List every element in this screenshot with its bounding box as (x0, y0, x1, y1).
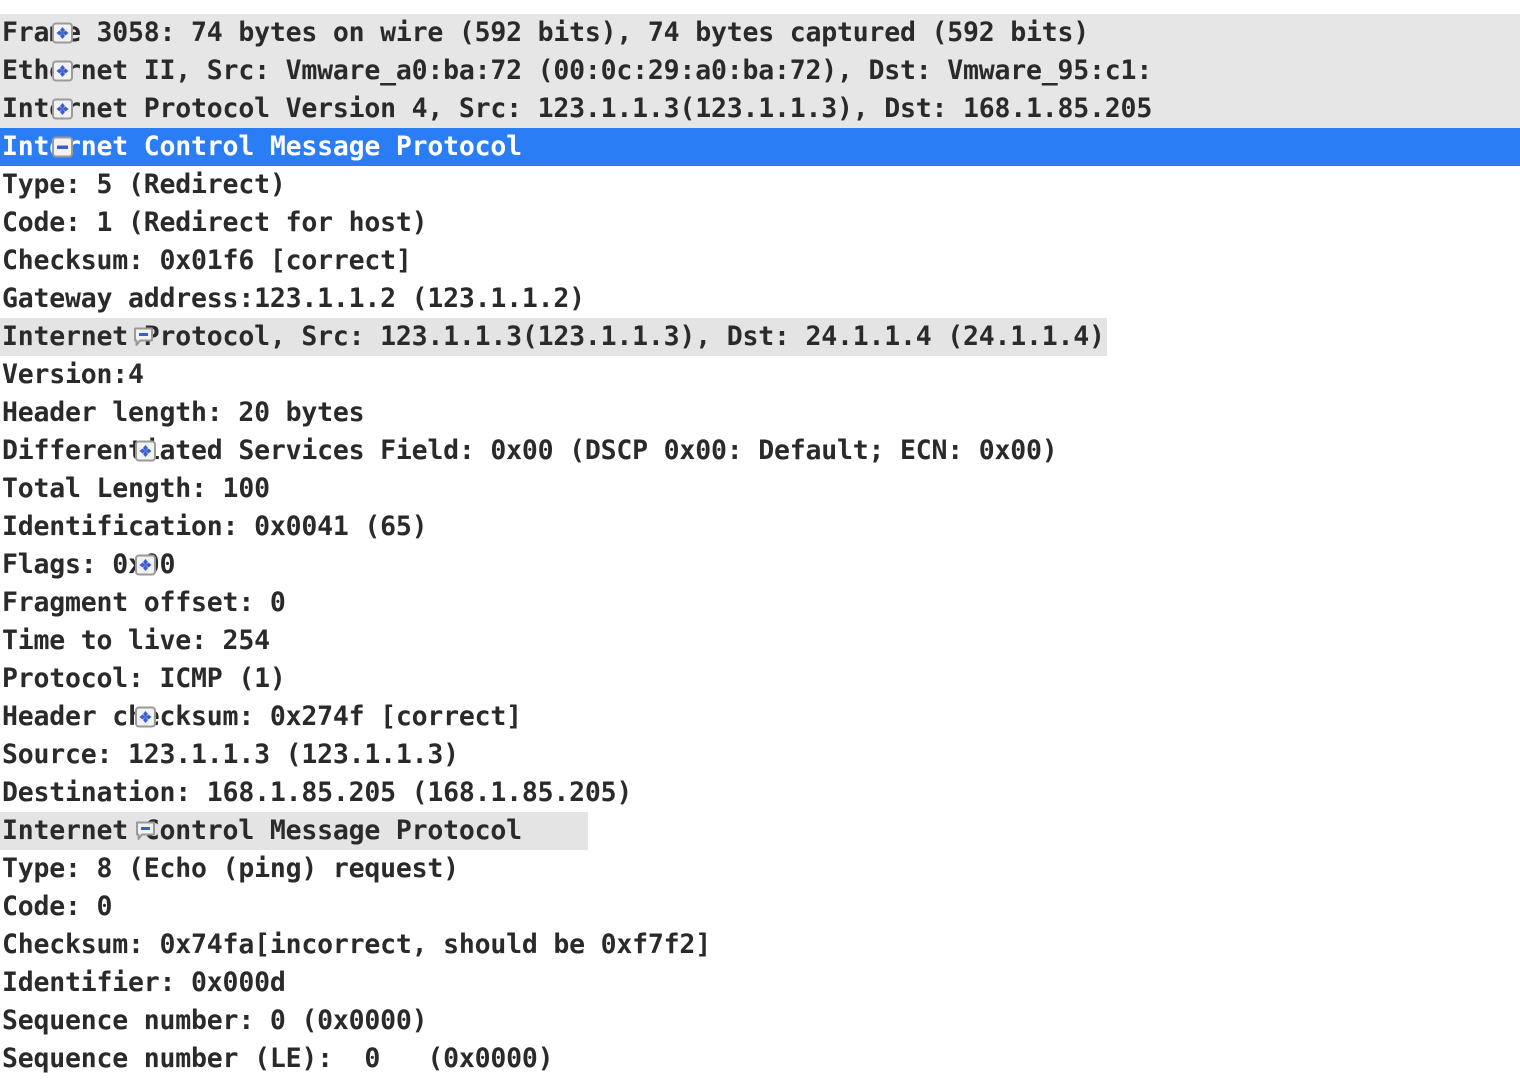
tree-row-label: Sequence number (LE): 0 (0x0000) (2, 1043, 554, 1074)
plus-box-icon[interactable] (135, 440, 156, 462)
tree-row-icmp-checksum[interactable]: Checksum: 0x01f6 [correct] (0, 242, 1520, 280)
tree-row-label: Gateway address:123.1.1.2 (123.1.1.2) (2, 283, 585, 314)
tree-row-label: Differentiated Services Field: 0x00 (DSC… (2, 435, 1058, 466)
tree-row-ip-fragment-offset[interactable]: Fragment offset: 0 (0, 584, 1520, 622)
tree-row-ip-source[interactable]: Source: 123.1.1.3 (123.1.1.3) (0, 736, 1520, 774)
tree-row-ip-header-checksum[interactable]: Header checksum: 0x274f [correct] (0, 698, 1520, 736)
tree-row-icmp2-code[interactable]: Code: 0 (0, 888, 1520, 926)
tree-row-icmp-gateway[interactable]: Gateway address:123.1.1.2 (123.1.1.2) (0, 280, 1520, 318)
tree-row-icmp-code[interactable]: Code: 1 (Redirect for host) (0, 204, 1520, 242)
tree-row-ip-ttl[interactable]: Time to live: 254 (0, 622, 1520, 660)
plus-box-icon[interactable] (52, 60, 73, 82)
tree-row-label: Frame 3058: 74 bytes on wire (592 bits),… (2, 17, 1090, 48)
tree-row-label: Total Length: 100 (2, 473, 270, 504)
tree-row-icmp-type[interactable]: Type: 5 (Redirect) (0, 166, 1520, 204)
tree-row-label: Destination: 168.1.85.205 (168.1.85.205) (2, 777, 633, 808)
tree-row-label: Identification: 0x0041 (65) (2, 511, 428, 542)
tree-row-embedded-ip[interactable]: Internet Protocol, Src: 123.1.1.3(123.1.… (0, 318, 1520, 356)
tree-row-label: Fragment offset: 0 (2, 587, 286, 618)
tree-row-label: Identifier: 0x000d (2, 967, 286, 998)
plus-box-icon[interactable] (52, 22, 73, 44)
tree-row-ip-destination[interactable]: Destination: 168.1.85.205 (168.1.85.205) (0, 774, 1520, 812)
tree-row-ethernet[interactable]: Ethernet II, Src: Vmware_a0:ba:72 (00:0c… (0, 52, 1520, 90)
tree-row-ip-protocol[interactable]: Protocol: ICMP (1) (0, 660, 1520, 698)
tree-row-label: Internet Control Message Protocol (2, 131, 522, 162)
tree-row-label: Internet Control Message Protocol (0, 812, 588, 850)
tree-row-label: Sequence number: 0 (0x0000) (2, 1005, 428, 1036)
tree-row-icmp2-sequence-number[interactable]: Sequence number: 0 (0x0000) (0, 1002, 1520, 1040)
tree-row-label: Code: 1 (Redirect for host) (2, 207, 428, 238)
tree-row-label: Time to live: 254 (2, 625, 270, 656)
tree-row-label: Version:4 (2, 359, 144, 390)
plus-box-icon[interactable] (135, 706, 156, 728)
tree-row-ip-dsfield[interactable]: Differentiated Services Field: 0x00 (DSC… (0, 432, 1520, 470)
tree-row-label: Code: 0 (2, 891, 113, 922)
tree-row-label: Ethernet II, Src: Vmware_a0:ba:72 (00:0c… (2, 55, 1153, 86)
tree-row-label: Header checksum: 0x274f [correct] (2, 701, 522, 732)
tree-row-label: Internet Protocol, Src: 123.1.1.3(123.1.… (0, 318, 1107, 356)
tree-row-label: Internet Protocol Version 4, Src: 123.1.… (2, 93, 1153, 124)
plus-box-icon[interactable] (52, 98, 73, 120)
minus-bubble-icon[interactable] (135, 821, 156, 842)
tree-row-icmp2-sequence-number-le[interactable]: Sequence number (LE): 0 (0x0000) (0, 1040, 1520, 1078)
tree-row-icmp2-identifier[interactable]: Identifier: 0x000d (0, 964, 1520, 1002)
minus-box-icon[interactable] (52, 136, 73, 158)
tree-row-label: Source: 123.1.1.3 (123.1.1.3) (2, 739, 459, 770)
tree-row-ip-version[interactable]: Version:4 (0, 356, 1520, 394)
tree-row-ip-identification[interactable]: Identification: 0x0041 (65) (0, 508, 1520, 546)
tree-row-ip-header-length[interactable]: Header length: 20 bytes (0, 394, 1520, 432)
tree-row-icmp-outer[interactable]: Internet Control Message Protocol (0, 128, 1520, 166)
tree-row-frame[interactable]: Frame 3058: 74 bytes on wire (592 bits),… (0, 14, 1520, 52)
tree-row-icmp-inner[interactable]: Internet Control Message Protocol (0, 812, 1520, 850)
tree-row-icmp2-checksum[interactable]: Checksum: 0x74fa[incorrect, should be 0x… (0, 926, 1520, 964)
tree-row-label: Protocol: ICMP (1) (2, 663, 286, 694)
tree-row-label: Type: 5 (Redirect) (2, 169, 286, 200)
tree-row-label: Checksum: 0x74fa[incorrect, should be 0x… (2, 929, 711, 960)
tree-row-label: Header length: 20 bytes (2, 397, 365, 428)
packet-details-tree[interactable]: Frame 3058: 74 bytes on wire (592 bits),… (0, 0, 1520, 1092)
tree-row-icmp2-type[interactable]: Type: 8 (Echo (ping) request) (0, 850, 1520, 888)
plus-box-icon[interactable] (135, 554, 156, 576)
minus-bubble-icon[interactable] (133, 327, 154, 348)
tree-row-ipv4[interactable]: Internet Protocol Version 4, Src: 123.1.… (0, 90, 1520, 128)
tree-row-ip-flags[interactable]: Flags: 0x00 (0, 546, 1520, 584)
tree-row-label: Type: 8 (Echo (ping) request) (2, 853, 459, 884)
tree-row-ip-total-length[interactable]: Total Length: 100 (0, 470, 1520, 508)
tree-row-label: Checksum: 0x01f6 [correct] (2, 245, 412, 276)
